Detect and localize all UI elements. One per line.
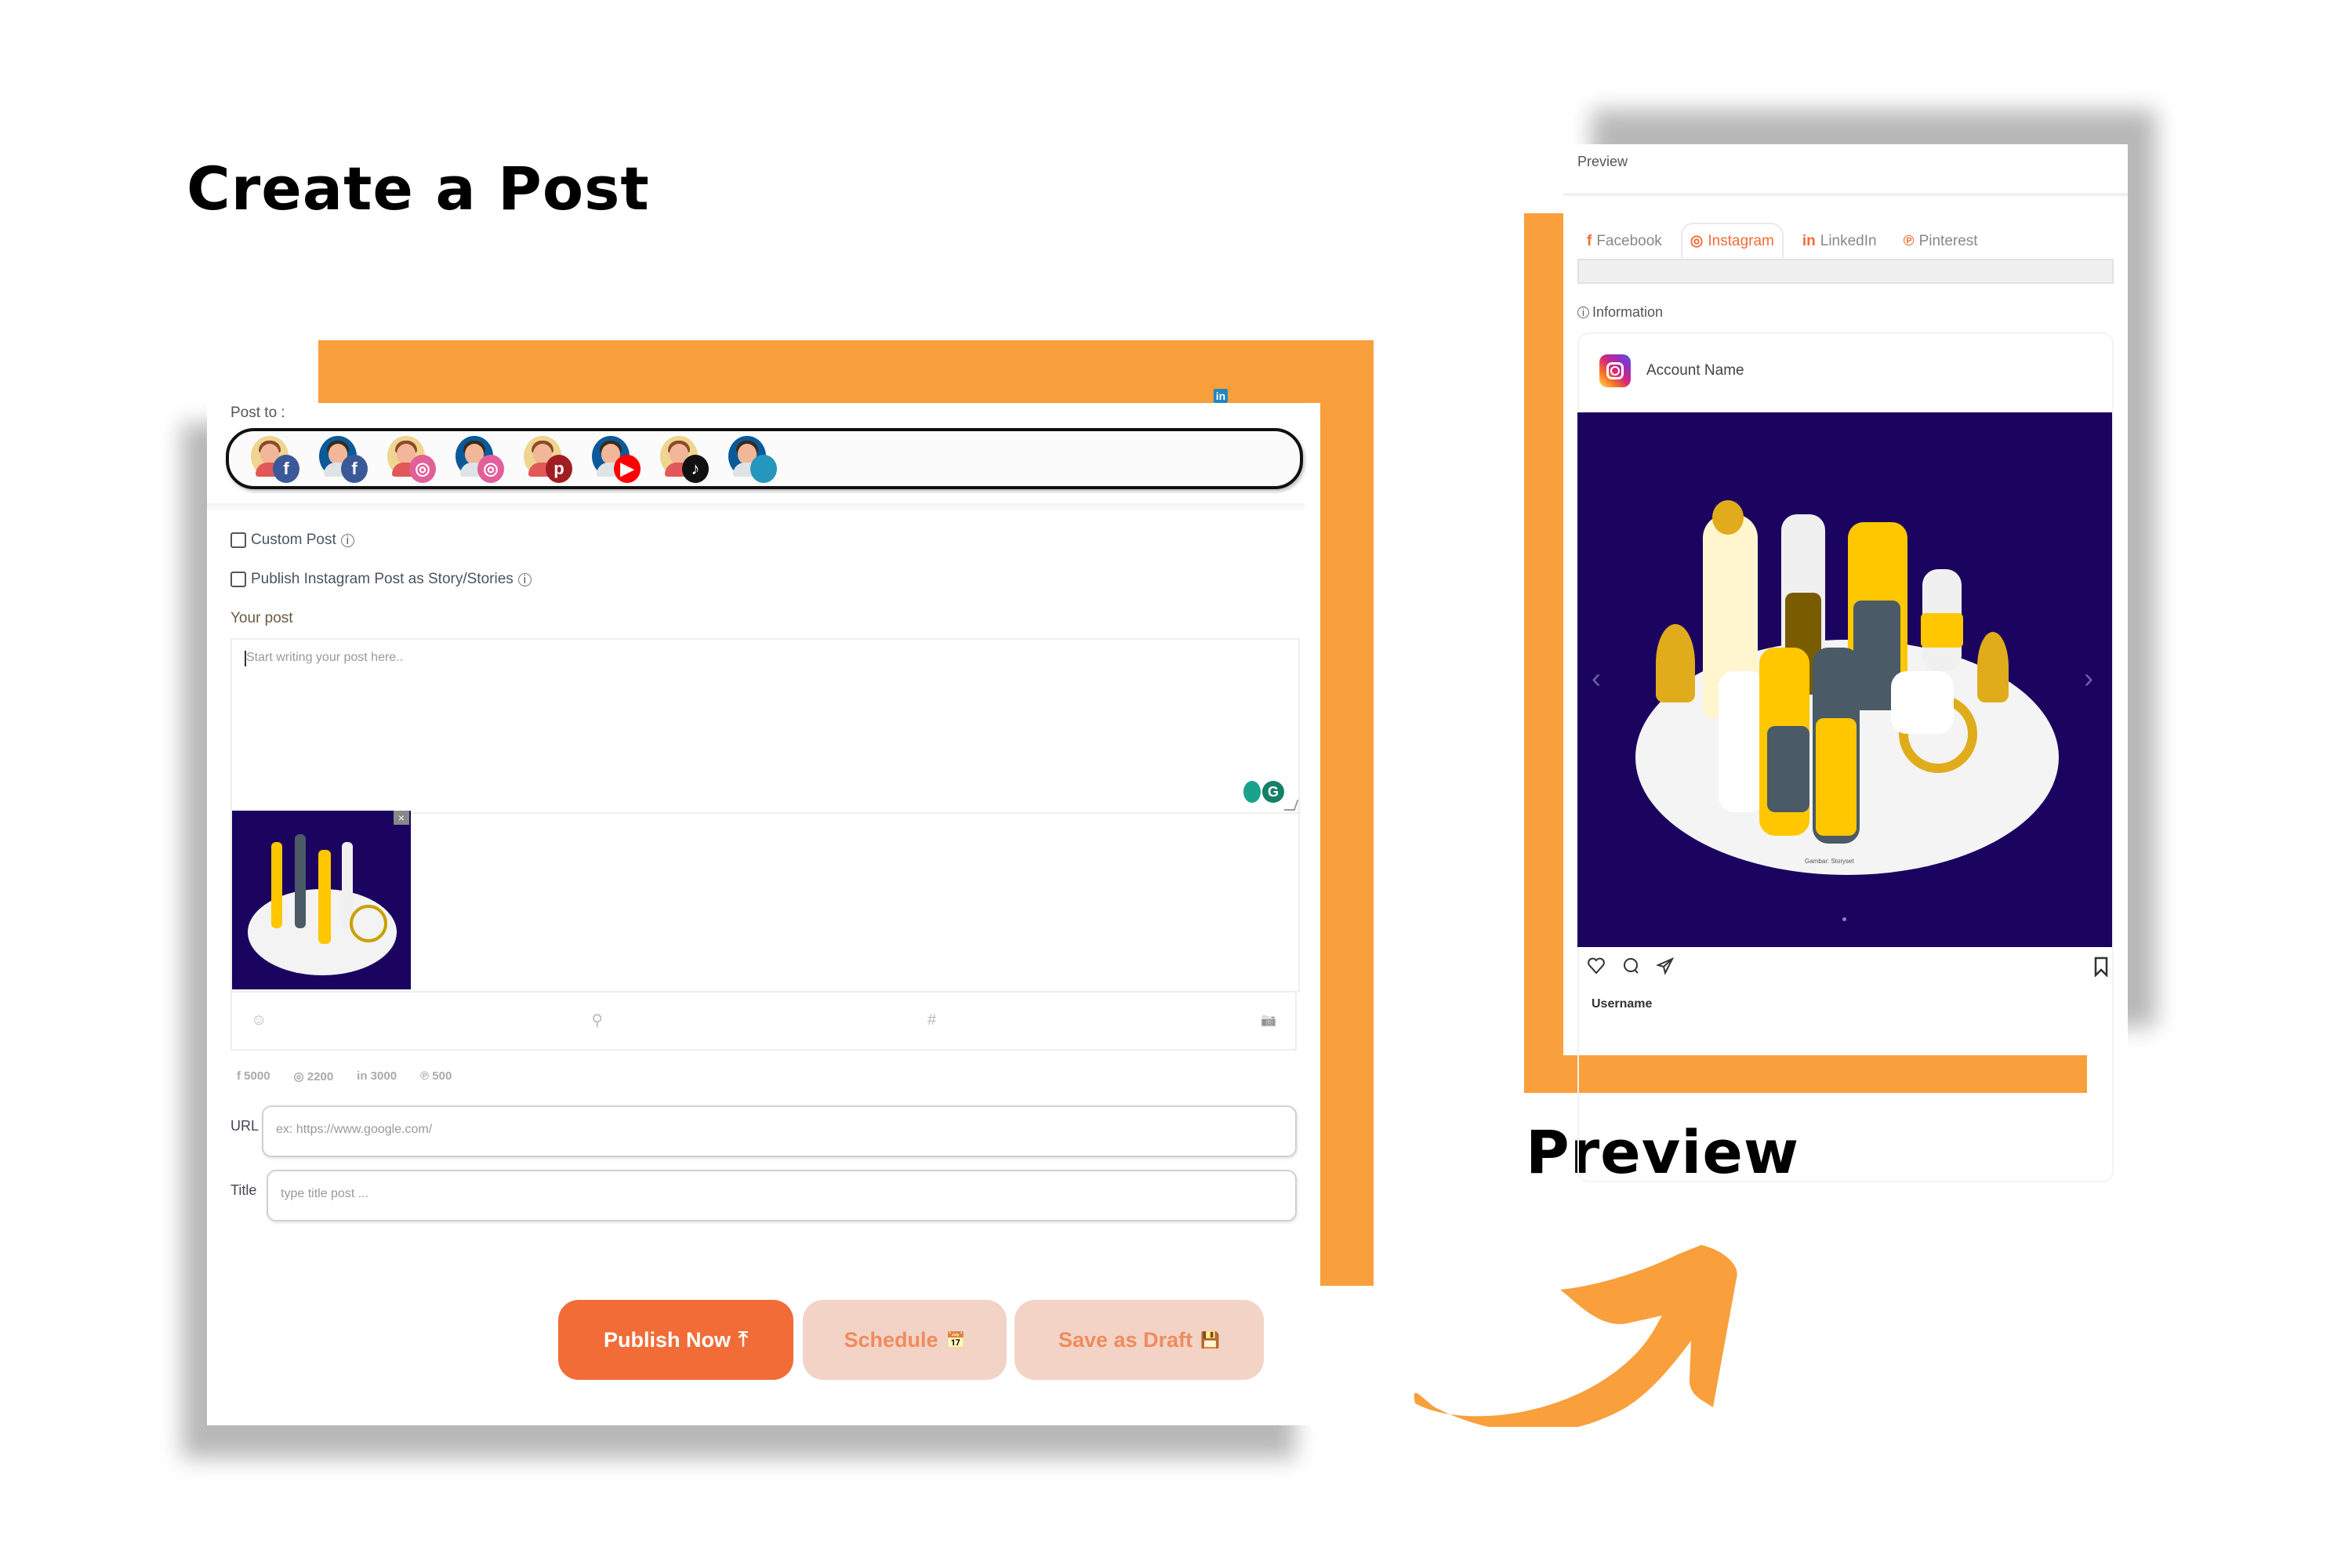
emoji-icon[interactable]: ☺ [251,1011,267,1029]
story-checkbox[interactable] [230,572,246,587]
linkedin-badge-icon: in [1214,389,1228,403]
tab-label: Facebook [1596,233,1662,249]
attached-image[interactable] [232,811,411,989]
character-limits: f 5000 ◎ 2200 in 3000 ℗ 500 [237,1069,452,1083]
comment-icon[interactable] [1621,956,1640,975]
account-selector[interactable]: f f ◎ ◎ p ▶ ♪ [226,428,1303,489]
publish-now-button[interactable]: Publish Now ⤒ [558,1300,793,1380]
story-option[interactable]: Publish Instagram Post as Story/Stories … [230,571,532,588]
share-icon[interactable] [1656,956,1675,975]
custom-post-checkbox[interactable] [230,532,246,548]
post-actions [1587,956,1675,975]
bookmark-icon[interactable] [2093,956,2109,977]
youtube-icon: ▶ [614,455,641,483]
title-label: Title [230,1182,257,1198]
post-textarea[interactable]: Start writing your post here.. G [230,638,1300,814]
tab-label: Pinterest [1918,233,1978,249]
camera-icon[interactable]: 📷 [1261,1012,1276,1028]
url-placeholder: ex: https://www.google.com/ [276,1123,433,1136]
divider [207,503,1305,511]
preview-header: Preview [1577,154,1628,169]
instagram-icon: ◎ [409,455,436,483]
location-icon[interactable]: ⚲ [591,1011,603,1030]
grammarly-icon[interactable]: G [1262,781,1284,803]
divider [1563,193,2128,196]
tiktok-icon: ♪ [682,455,709,483]
save-draft-label: Save as Draft [1058,1327,1193,1352]
tab-label: LinkedIn [1820,233,1877,249]
information-row: i Information [1577,304,1663,321]
title-placeholder: type title post ... [281,1187,369,1200]
custom-post-option[interactable]: Custom Post i [230,532,354,549]
info-icon[interactable]: i [517,572,532,586]
info-icon: i [1577,307,1589,318]
publish-now-label: Publish Now [604,1327,731,1352]
your-post-label: Your post [230,610,293,626]
facebook-icon: f [1587,233,1592,249]
post-to-label: Post to : [230,405,285,421]
username: Username [1592,997,1653,1011]
url-label: URL [230,1118,260,1134]
post-toolbar: ☺ ⚲ # 📷 [230,991,1297,1051]
tab-content-bar [1577,259,2114,284]
post-placeholder: Start writing your post here.. [246,651,404,664]
preview-card: Preview f Facebook ◎ Instagram in LinkedIn ℗ Pi… [1563,144,2128,1182]
url-input[interactable]: ex: https://www.google.com/ [262,1105,1297,1157]
calendar-icon: 📅 [946,1331,966,1349]
other-icon [750,455,777,483]
save-draft-button[interactable]: Save as Draft 💾 [1014,1300,1264,1380]
tab-facebook[interactable]: f Facebook [1579,225,1670,258]
arrow-icon [1414,1245,1737,1427]
media-area: × [230,811,1300,993]
heart-icon[interactable] [1587,956,1606,975]
grammarly-widget[interactable]: G [1243,781,1284,803]
tab-linkedin[interactable]: in LinkedIn [1795,225,1885,258]
info-icon[interactable]: i [340,533,354,547]
tab-label: Instagram [1708,232,1774,249]
instagram-logo-icon [1599,354,1631,387]
title-input[interactable]: type title post ... [267,1170,1297,1221]
facebook-icon: f [341,455,368,483]
create-post-card: Post to : f f ◎ ◎ p ▶ ♪ Custom Post i Publish … [207,403,1320,1425]
instagram-icon: ◎ [477,455,504,483]
tab-instagram[interactable]: ◎ Instagram [1680,223,1784,258]
floppy-disk-icon: 💾 [1200,1331,1220,1349]
linkedin-icon: in [1802,233,1816,249]
resize-handle[interactable] [1283,800,1299,811]
schedule-button[interactable]: Schedule 📅 [803,1300,1007,1380]
carousel-prev-button[interactable]: ‹ [1592,662,1601,695]
character-limit: ℗ 500 [420,1069,452,1083]
tab-pinterest[interactable]: ℗ Pinterest [1896,225,1986,258]
post-image: Gambar: Storyset ‹ › [1577,412,2112,947]
carousel-next-button[interactable]: › [2084,662,2093,695]
schedule-label: Schedule [844,1327,938,1352]
story-label: Publish Instagram Post as Story/Stories [251,571,514,587]
account-name: Account Name [1646,362,1744,379]
pinterest-icon: ℗ [1903,233,1915,249]
instagram-icon: ◎ [1690,233,1704,249]
information-label: Information [1592,304,1664,320]
create-post-heading: Create a Post [187,154,650,223]
character-limit: f 5000 [237,1069,270,1083]
facebook-icon: f [273,455,299,483]
remove-image-button[interactable]: × [394,811,409,825]
pinterest-icon: p [546,455,572,483]
custom-post-label: Custom Post [251,532,336,548]
character-limit: ◎ 2200 [293,1070,334,1083]
character-limit: in 3000 [357,1069,397,1083]
image-caption: Gambar: Storyset [1805,858,1854,865]
hashtag-icon[interactable]: # [927,1011,936,1029]
carousel-dot[interactable] [1842,917,1846,921]
preview-tabs: f Facebook ◎ Instagram in LinkedIn ℗ Pinterest [1579,223,1986,258]
upload-icon: ⤒ [739,1327,748,1351]
lightbulb-icon[interactable] [1243,781,1261,803]
